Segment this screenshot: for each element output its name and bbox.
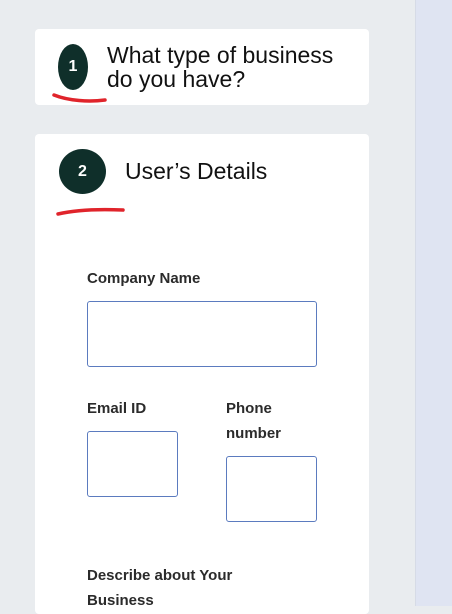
phone-input[interactable]: [226, 456, 317, 522]
company-name-label: Company Name: [87, 270, 201, 287]
step-title: User’s Details: [125, 158, 268, 184]
right-side-panel: [415, 0, 452, 606]
step-card-user-details: 2 User’s Details Company Name Email ID P…: [35, 134, 369, 614]
step-title: What type of business do you have?: [107, 42, 334, 92]
company-name-input[interactable]: [87, 301, 317, 367]
step-number-badge: 1: [58, 44, 88, 90]
phone-label: Phone number: [226, 400, 282, 442]
red-underline-annotation: [56, 207, 125, 216]
step-card-business-type[interactable]: 1 What type of business do you have?: [35, 29, 369, 105]
step-number-badge: 2: [59, 149, 106, 194]
step-number: 1: [68, 58, 78, 75]
step-number: 2: [78, 162, 87, 180]
red-underline-annotation: [52, 93, 107, 103]
email-label: Email ID: [87, 400, 147, 417]
email-input[interactable]: [87, 431, 178, 497]
